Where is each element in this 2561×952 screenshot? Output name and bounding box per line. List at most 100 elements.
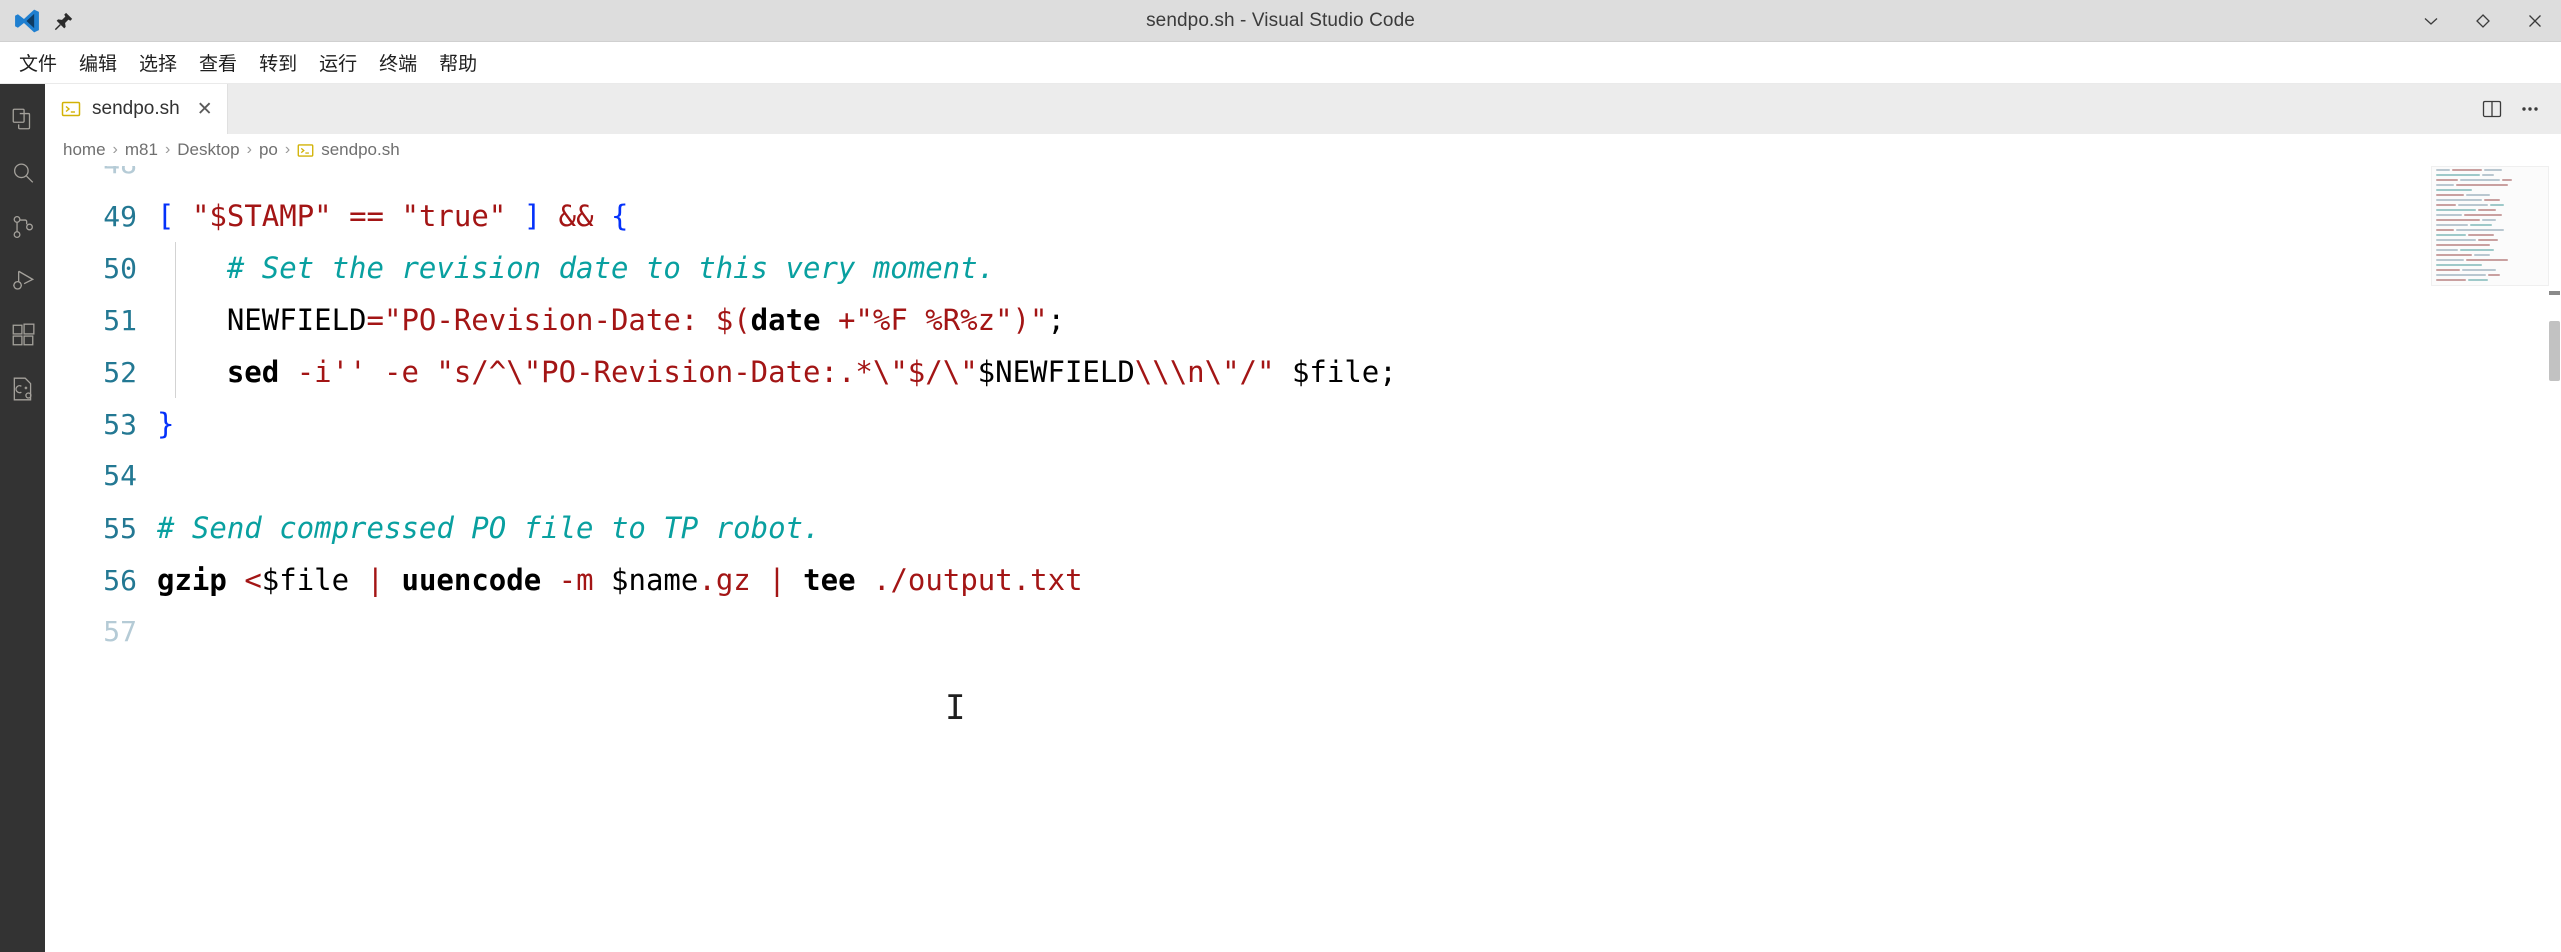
activity-item-explorer[interactable] (0, 94, 45, 148)
minimap-segment (2458, 204, 2488, 206)
breadcrumb-item-file[interactable]: sendpo.sh (321, 140, 399, 160)
minimap-segment (2464, 214, 2502, 216)
code-token (157, 251, 227, 285)
code-token: # Set the revision date to this very mom… (227, 251, 995, 285)
shell-script-icon (297, 142, 314, 159)
minimize-button[interactable] (2405, 0, 2457, 42)
code-token (541, 199, 558, 233)
line-number: 51 (45, 295, 157, 347)
pin-icon[interactable] (54, 11, 74, 31)
code-token: "PO-Revision-Date: $( (384, 303, 751, 337)
code-token: [ (157, 199, 174, 233)
minimap-row (2436, 189, 2544, 192)
minimap-segment (2436, 169, 2450, 171)
code-token: $file (262, 563, 349, 597)
code-line[interactable]: 54 (45, 450, 2561, 502)
code-line[interactable]: 53} (45, 398, 2561, 450)
code-token: uuencode (402, 563, 542, 597)
menu-item-help[interactable]: 帮助 (430, 45, 486, 80)
tab-bar: sendpo.sh ✕ (45, 84, 2561, 134)
cpp-config-icon (10, 376, 36, 407)
minimap-segment (2436, 279, 2466, 281)
code-editor[interactable]: 4849[ "$STAMP" == "true" ] && {50 # Set … (45, 166, 2561, 952)
code-line[interactable]: 57 (45, 606, 2561, 658)
shell-script-icon (61, 99, 81, 119)
tab-close-icon[interactable]: ✕ (197, 100, 213, 119)
minimap-row (2436, 259, 2544, 262)
minimap-segment (2436, 269, 2460, 271)
breadcrumb-item-desktop[interactable]: Desktop (177, 140, 239, 160)
breadcrumb-item-m81[interactable]: m81 (125, 140, 158, 160)
minimap-segment (2478, 239, 2498, 241)
minimap-segment (2436, 194, 2464, 196)
minimap-row (2436, 169, 2544, 172)
indent-guide (175, 242, 176, 294)
activity-item-cpp-config[interactable] (0, 364, 45, 418)
breadcrumb-item-home[interactable]: home (63, 140, 106, 160)
minimap-segment (2482, 219, 2496, 221)
minimap[interactable] (2431, 166, 2549, 286)
code-token (174, 199, 191, 233)
activity-item-run-debug[interactable] (0, 256, 45, 310)
code-token: | (367, 563, 384, 597)
breadcrumb-item-po[interactable]: po (259, 140, 278, 160)
code-token: date (751, 303, 821, 337)
editor-vertical-scrollbar[interactable] (2547, 166, 2561, 952)
more-actions-button[interactable] (2513, 92, 2547, 126)
line-number: 48 (45, 166, 157, 190)
line-number: 54 (45, 450, 157, 502)
code-line-text: # Send compressed PO file to TP robot. (157, 502, 820, 554)
code-line[interactable]: 55# Send compressed PO file to TP robot. (45, 502, 2561, 554)
code-line[interactable]: 56gzip <$file | uuencode -m $name.gz | t… (45, 554, 2561, 606)
split-editor-button[interactable] (2475, 92, 2509, 126)
code-line-text: } (157, 398, 174, 450)
code-line[interactable]: 52 sed -i'' -e "s/^\"PO-Revision-Date:.*… (45, 346, 2561, 398)
activity-item-search[interactable] (0, 148, 45, 202)
minimap-row (2436, 254, 2544, 257)
code-line[interactable]: 50 # Set the revision date to this very … (45, 242, 2561, 294)
minimap-segment (2478, 209, 2496, 211)
code-token (367, 355, 384, 389)
menu-item-select[interactable]: 选择 (130, 45, 186, 80)
scrollbar-thumb[interactable] (2549, 321, 2560, 381)
minimap-segment (2474, 254, 2490, 256)
minimap-segment (2436, 254, 2472, 256)
menu-item-go[interactable]: 转到 (250, 45, 306, 80)
activity-item-extensions[interactable] (0, 310, 45, 364)
minimap-segment (2470, 224, 2492, 226)
code-line[interactable]: 49[ "$STAMP" == "true" ] && { (45, 190, 2561, 242)
code-token: \\\n\"/" (1135, 355, 1275, 389)
code-token (419, 355, 436, 389)
minimap-row (2436, 174, 2544, 177)
minimap-row (2436, 279, 2544, 282)
code-line-text: NEWFIELD="PO-Revision-Date: $(date +"%F … (157, 294, 1065, 346)
minimap-segment (2436, 274, 2486, 276)
maximize-button[interactable] (2457, 0, 2509, 42)
search-icon (10, 160, 36, 191)
minimap-segment (2436, 229, 2454, 231)
code-line-text: sed -i'' -e "s/^\"PO-Revision-Date:.*\"$… (157, 346, 1397, 398)
close-button[interactable] (2509, 0, 2561, 42)
minimap-row (2436, 244, 2544, 247)
minimap-row (2436, 249, 2544, 252)
explorer-icon (10, 106, 36, 137)
activity-item-source-control[interactable] (0, 202, 45, 256)
code-line[interactable]: 51 NEWFIELD="PO-Revision-Date: $(date +"… (45, 294, 2561, 346)
code-token (279, 355, 296, 389)
code-token: "true" (401, 199, 506, 233)
code-token: { (611, 199, 628, 233)
code-token: "s/^\"PO-Revision-Date:.*\"$/\" (436, 355, 977, 389)
tab-sendpo-sh[interactable]: sendpo.sh ✕ (45, 84, 228, 134)
code-token: +"%F %R%z")" (821, 303, 1048, 337)
menu-item-file[interactable]: 文件 (10, 45, 66, 80)
minimap-segment (2482, 174, 2494, 176)
menu-item-edit[interactable]: 编辑 (70, 45, 126, 80)
menu-item-run[interactable]: 运行 (310, 45, 366, 80)
minimap-segment (2436, 214, 2462, 216)
menu-item-terminal[interactable]: 终端 (370, 45, 426, 80)
minimap-row (2436, 264, 2544, 267)
line-number: 55 (45, 503, 157, 555)
minimap-row (2436, 224, 2544, 227)
code-line[interactable]: 48 (45, 166, 2561, 190)
menu-item-view[interactable]: 查看 (190, 45, 246, 80)
